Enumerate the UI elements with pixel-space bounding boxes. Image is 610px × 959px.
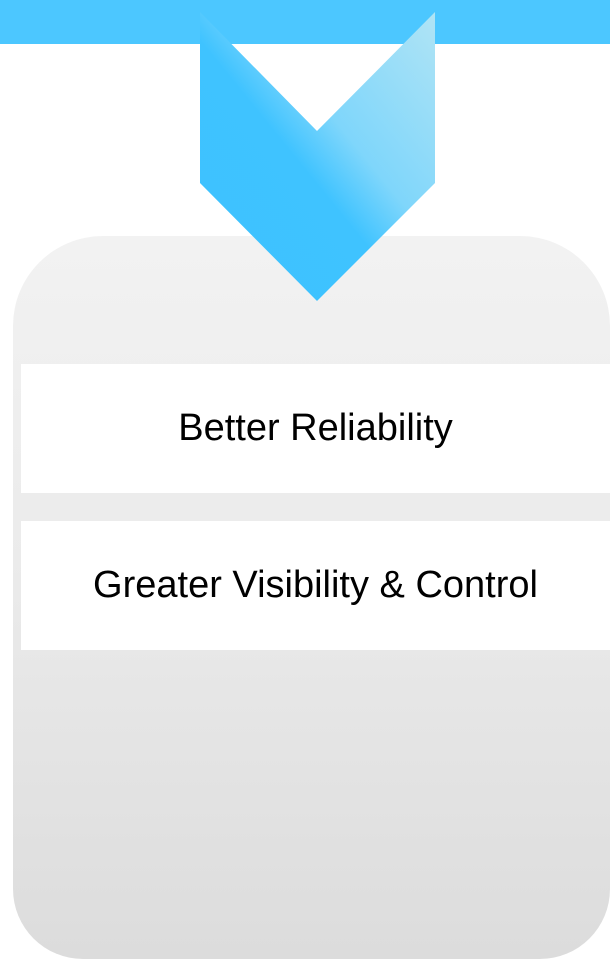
benefit-label: Greater Visibility & Control [93, 564, 538, 606]
benefit-item-reliability: Better Reliability [21, 364, 610, 493]
benefit-label: Better Reliability [178, 407, 453, 449]
benefit-item-visibility-control: Greater Visibility & Control [21, 521, 610, 650]
slide-canvas: { "diagram": { "items": [ { "label": "Be… [0, 0, 610, 959]
top-accent-bar [0, 0, 610, 44]
